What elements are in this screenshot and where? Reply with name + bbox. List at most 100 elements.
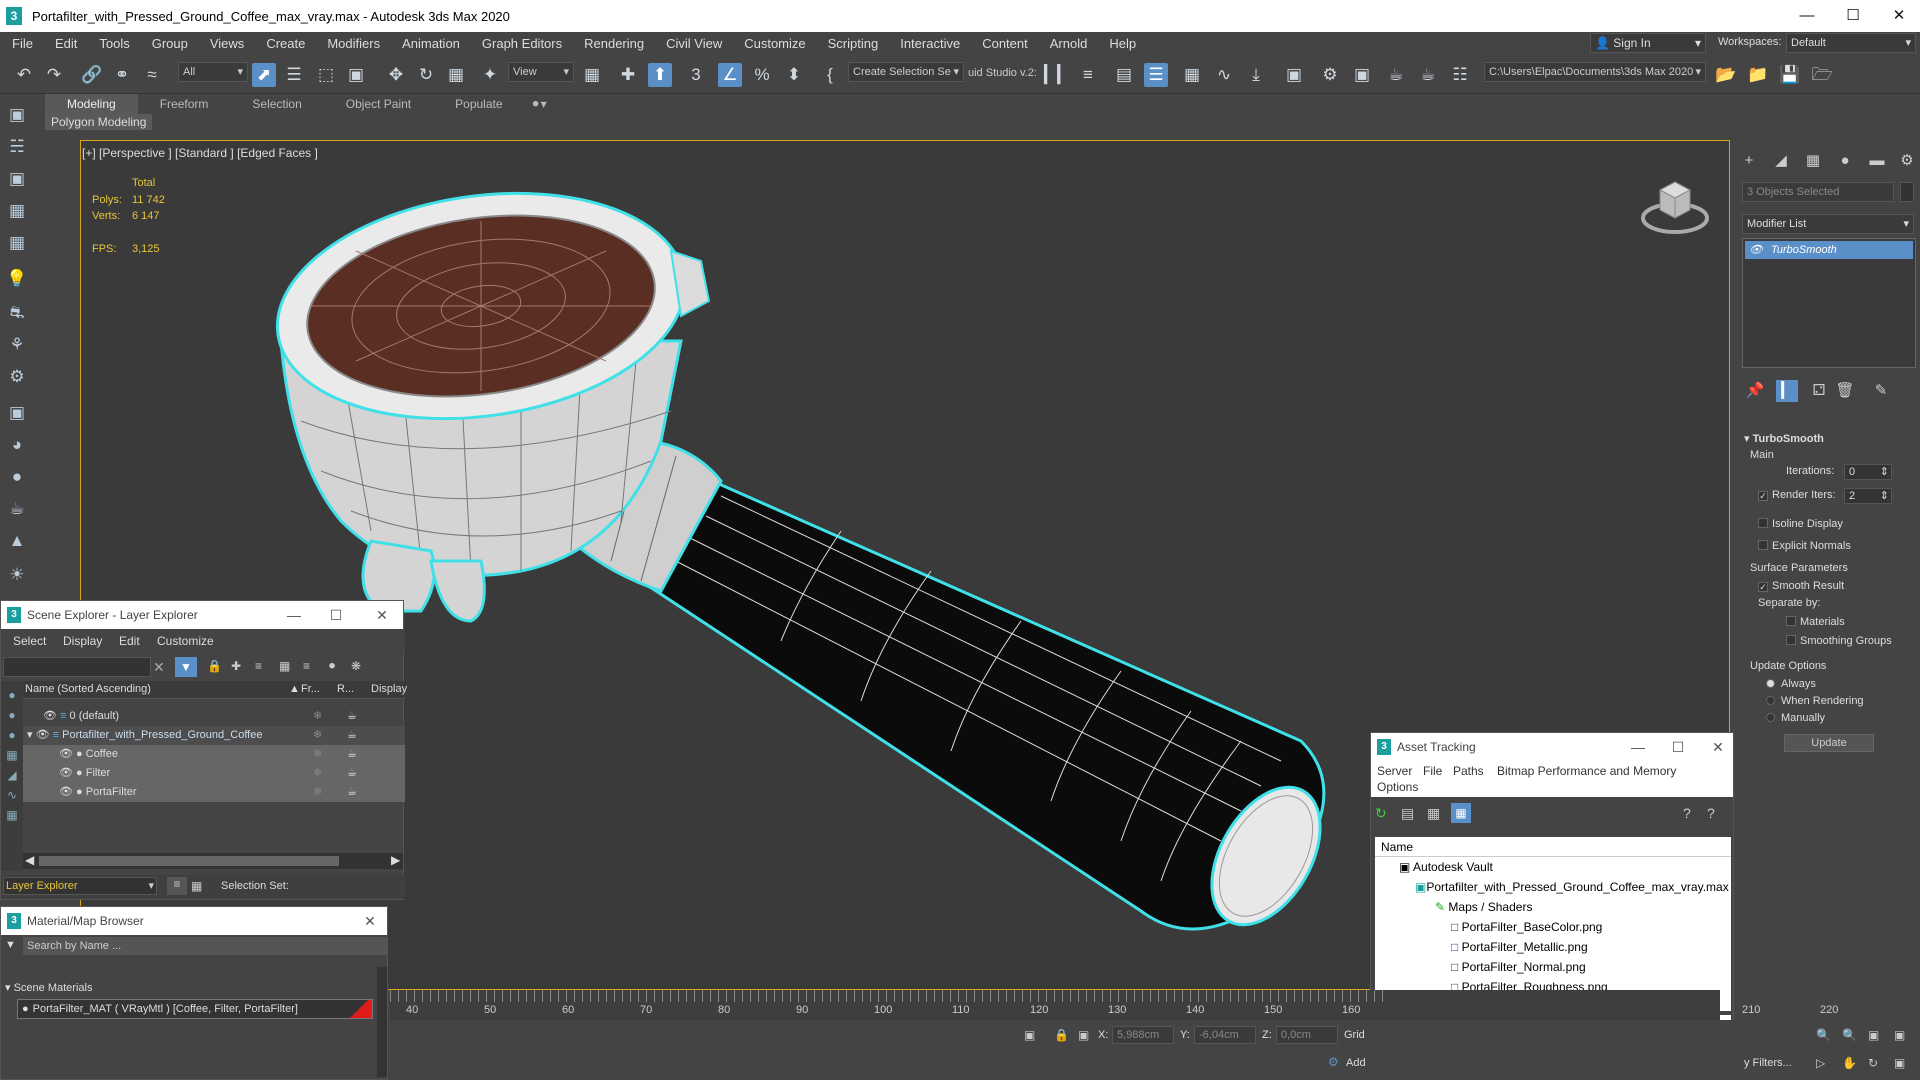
create-icon[interactable]: ☵ <box>4 134 30 160</box>
scene-search-input[interactable] <box>3 657 151 677</box>
asset-row-scene-file[interactable]: ▣Portafilter_with_Pressed_Ground_Coffee_… <box>1415 878 1729 897</box>
asset-row-maps[interactable]: ✎ Maps / Shaders <box>1435 898 1532 917</box>
layer-row-default[interactable]: 👁 ≡ 0 (default) ❄ ☕ <box>23 707 405 726</box>
scene-materials-header[interactable]: ▾ Scene Materials <box>5 981 92 994</box>
help-tips-icon[interactable]: ? <box>1707 805 1715 821</box>
clear-search-icon[interactable]: ✕ <box>153 659 165 676</box>
project-folder-dropdown[interactable]: C:\Users\Elpac\Documents\3ds Max 2020 ▾ <box>1484 62 1706 82</box>
maximize-icon[interactable]: ☐ <box>1830 0 1876 32</box>
always-radio[interactable]: Always <box>1766 678 1816 690</box>
tab-populate[interactable]: Populate <box>433 94 524 114</box>
minimize-icon[interactable]: — <box>1623 733 1653 761</box>
sun-icon[interactable]: ☀ <box>4 562 30 588</box>
update-button[interactable]: Update <box>1784 734 1874 752</box>
col-name-header[interactable]: Name (Sorted Ascending) <box>25 683 151 695</box>
configure-modifier-sets-icon[interactable]: ✎ <box>1870 380 1892 402</box>
scene-menu-display[interactable]: Display <box>63 634 102 648</box>
toggle-layer-explorer-icon[interactable]: ☰ <box>1144 63 1168 87</box>
display-tab-icon[interactable]: ▬ <box>1866 150 1888 172</box>
schematic-view-icon[interactable]: ⤓ <box>1244 63 1268 87</box>
scroll-left-icon[interactable]: ◀ <box>25 853 34 867</box>
browser-options-icon[interactable]: ▼ <box>5 939 16 951</box>
menu-interactive[interactable]: Interactive <box>888 36 970 51</box>
menu-scripting[interactable]: Scripting <box>816 36 889 51</box>
edit-named-selection-icon[interactable]: { <box>818 63 842 87</box>
rotate-icon[interactable]: ↻ <box>414 63 438 87</box>
eye-icon[interactable]: 👁 <box>36 729 50 741</box>
asset-menu-file[interactable]: File <box>1423 764 1442 778</box>
manually-radio[interactable]: Manually <box>1766 712 1825 724</box>
collapse-arrow-icon[interactable]: ▾ <box>27 729 33 741</box>
cone-icon[interactable]: ▲ <box>4 528 30 554</box>
scrollbar-thumb[interactable] <box>39 856 339 866</box>
close-icon[interactable]: ✕ <box>355 907 385 935</box>
explorer-side-icons[interactable]: ● ● ● ▦ ◢ ∿ ▦ <box>1 685 23 825</box>
create-tab-icon[interactable]: + <box>1738 150 1760 172</box>
placement-icon[interactable]: ✦ <box>478 63 502 87</box>
make-unique-icon[interactable]: ⚁ <box>1808 380 1830 402</box>
show-end-result-icon[interactable]: ▎ <box>1776 380 1798 402</box>
modifier-list-dropdown[interactable]: Modifier List ▾ <box>1742 214 1914 234</box>
toggle-ribbon-icon[interactable]: ▦ <box>1180 63 1204 87</box>
zoom-icon[interactable]: 🔍 <box>1816 1028 1831 1042</box>
iterations-spinner[interactable]: 0 ⇕ <box>1844 464 1892 480</box>
when-rendering-radio[interactable]: When Rendering <box>1766 695 1864 707</box>
explorer-type-dropdown[interactable]: Layer Explorer ▾ <box>3 877 157 895</box>
asset-row-vault[interactable]: ▣ Autodesk Vault <box>1399 858 1493 877</box>
asset-menu-paths[interactable]: Paths <box>1453 764 1484 778</box>
menu-create[interactable]: Create <box>254 36 315 51</box>
material-browser-titlebar[interactable]: 3 Material/Map Browser ✕ <box>1 907 387 935</box>
box-icon[interactable]: ▣ <box>4 400 30 426</box>
select-by-name-icon[interactable]: ☰ <box>282 63 306 87</box>
eye-icon[interactable]: 👁 <box>1749 244 1763 256</box>
keyboard-shortcut-override-icon[interactable]: ⬆ <box>648 63 672 87</box>
angle-snap-icon[interactable]: ∠ <box>718 63 742 87</box>
layers-icon[interactable]: ≡ <box>303 659 310 673</box>
object-row-filter[interactable]: 👁 ● Filter ❄ ☕ <box>23 764 405 783</box>
render-teapot-icon[interactable]: ☕ <box>347 783 357 802</box>
menu-rendering[interactable]: Rendering <box>572 36 654 51</box>
asset-row-normal[interactable]: □ PortaFilter_Normal.png <box>1451 958 1586 977</box>
hierarchy-tab-icon[interactable]: ▦ <box>1802 150 1824 172</box>
menu-edit[interactable]: Edit <box>43 36 87 51</box>
sync-icon[interactable]: ❋ <box>351 659 361 673</box>
stack-item-turbosmooth[interactable]: 👁 TurboSmooth <box>1745 241 1913 259</box>
key-filters-button[interactable]: y Filters... <box>1744 1057 1792 1069</box>
asset-col-name[interactable]: Name <box>1375 837 1731 857</box>
render-cloud-icon[interactable]: ☷ <box>1448 63 1472 87</box>
unlink-icon[interactable]: ⚭ <box>110 63 134 87</box>
maximize-icon[interactable]: ☐ <box>1663 733 1693 761</box>
asset-menu-server[interactable]: Server <box>1377 764 1412 778</box>
selection-lock-icon[interactable]: 🔒 <box>1054 1028 1069 1042</box>
pin-stack-icon[interactable]: 📌 <box>1744 380 1766 402</box>
set-project-icon[interactable]: 📁 <box>1746 63 1770 87</box>
freeze-icon[interactable]: ❄ <box>313 764 322 783</box>
add-to-layer-icon[interactable]: ≡ <box>255 659 262 673</box>
camera-icon[interactable]: ▣ <box>4 166 30 192</box>
material-search-input[interactable]: Search by Name ... <box>23 937 387 955</box>
layers-toggle-icon[interactable]: ≡ <box>167 877 187 895</box>
tree-view-icon[interactable]: ▦ <box>1427 805 1440 822</box>
percent-snap-icon[interactable]: % <box>750 63 774 87</box>
grid-icon[interactable]: ▦ <box>4 230 30 256</box>
bind-spacewarp-icon[interactable]: ≈ <box>140 63 164 87</box>
rect-selection-icon[interactable]: ⬚ <box>314 63 338 87</box>
orbit-icon[interactable]: ↻ <box>1868 1056 1878 1070</box>
rendered-frame-window-icon[interactable]: ▣ <box>1350 63 1374 87</box>
light-icon[interactable]: 💡 <box>4 266 30 292</box>
sphere-icon[interactable]: ● <box>4 464 30 490</box>
eye-icon[interactable]: 👁 <box>59 748 73 760</box>
maximize-viewport-icon[interactable]: ▣ <box>1894 1056 1905 1070</box>
redo-icon[interactable]: ↷ <box>42 63 66 87</box>
zoom-extents-all-icon[interactable]: ▣ <box>1894 1028 1905 1042</box>
scale-icon[interactable]: ▦ <box>444 63 468 87</box>
material-item[interactable]: ● PortaFilter_MAT ( VRayMtl ) [Coffee, Fi… <box>17 999 373 1019</box>
menu-tools[interactable]: Tools <box>87 36 139 51</box>
menu-content[interactable]: Content <box>970 36 1038 51</box>
sign-in-button[interactable]: 👤 Sign In ▾ <box>1590 33 1706 53</box>
tab-selection[interactable]: Selection <box>230 94 323 114</box>
smoothing-groups-checkbox[interactable]: Smoothing Groups <box>1786 635 1892 647</box>
link-icon[interactable]: 🔗 <box>80 63 104 87</box>
rollout-turbosmooth-header[interactable]: ▾ TurboSmooth <box>1744 432 1824 445</box>
menu-modifiers[interactable]: Modifiers <box>315 36 390 51</box>
